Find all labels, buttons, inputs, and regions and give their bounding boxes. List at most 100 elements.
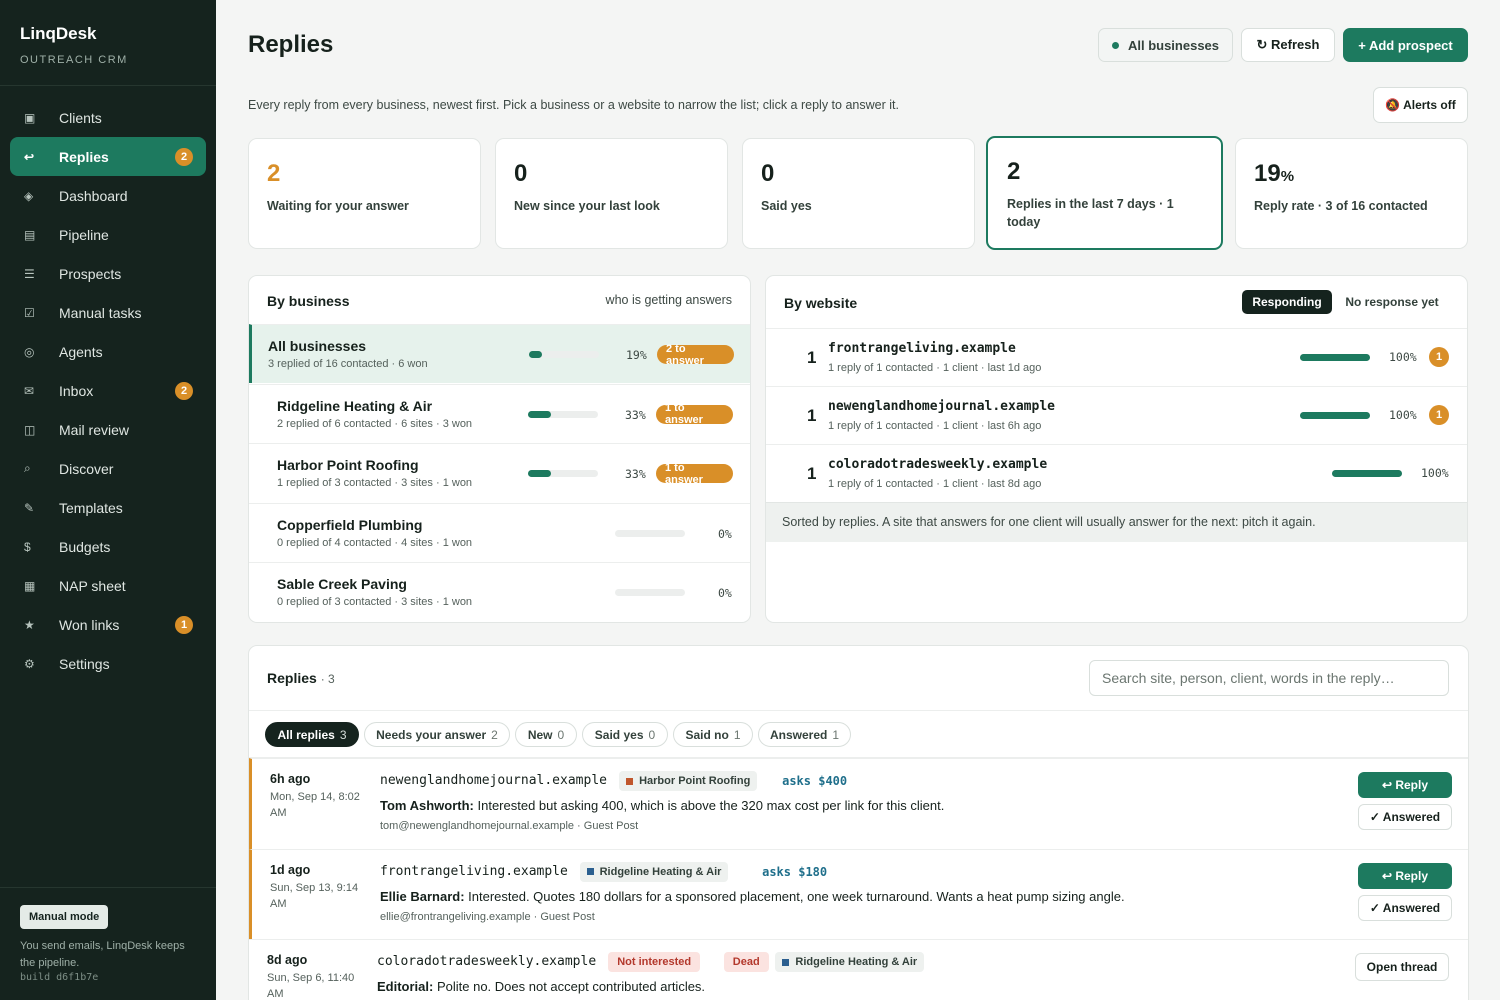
website-row[interactable]: 1 newenglandhomejournal.example 1 reply of… [766, 386, 1467, 444]
reply-meta: ellie@frontrangeliving.example · Guest P… [380, 910, 595, 923]
mail-review-icon: ◫ [24, 422, 36, 437]
sidebar-item-label: Inbox [59, 382, 94, 399]
business-name: Copperfield Plumbing [277, 516, 423, 533]
business-row[interactable]: Ridgeline Heating & Air 2 replied of 6 co… [249, 383, 750, 443]
sidebar-item-label: Clients [59, 109, 102, 126]
reply-button[interactable]: ↩ Reply [1358, 862, 1452, 889]
reply-sender: Ellie Barnard: [380, 888, 465, 904]
sidebar-item-pipeline[interactable]: ▤ Pipeline [10, 215, 206, 254]
add-prospect-button[interactable]: + Add prospect [1343, 28, 1468, 62]
tab-no-response-yet[interactable]: No response yet [1336, 290, 1448, 314]
status-tag-dead: Dead [723, 952, 769, 972]
reply-rate-percent: 33% [625, 407, 646, 422]
filter-chip-label: Needs your answer [376, 727, 487, 742]
website-summary: 1 reply of 1 contacted · 1 client · last… [828, 362, 1042, 374]
sidebar-item-dashboard[interactable]: ◈ Dashboard [10, 176, 206, 215]
sidebar-item-discover[interactable]: ⌕ Discover [10, 449, 206, 488]
new-stat-number: 0 [514, 160, 528, 187]
website-row[interactable]: 1 frontrangeliving.example 1 reply of 1 co… [766, 328, 1467, 386]
main-content: Replies All businesses ↻ Refresh + Add p… [216, 0, 1500, 1000]
sidebar-item-prospects[interactable]: ☰ Prospects [10, 254, 206, 293]
sidebar-item-inbox[interactable]: ✉ Inbox 2 [10, 371, 206, 410]
refresh-button[interactable]: ↻ Refresh [1241, 28, 1335, 62]
sidebar-item-mail-review[interactable]: ◫ Mail review [10, 410, 206, 449]
reply-button[interactable]: ↩ Reply [1358, 772, 1452, 798]
filter-chip-said-yes[interactable]: Said yes 0 [582, 722, 668, 747]
sidebar-item-agents[interactable]: ◎ Agents [10, 332, 206, 371]
filter-chip-needs-your-answer[interactable]: Needs your answer 2 [364, 722, 510, 747]
sidebar-item-replies[interactable]: ↩ Replies 2 [10, 137, 206, 176]
website-rate-percent: 100% [1389, 350, 1417, 364]
sidebar-item-clients[interactable]: ▣ Clients [10, 98, 206, 137]
new-stat-value: 0 [514, 160, 709, 188]
filter-chip-said-no[interactable]: Said no 1 [673, 722, 753, 747]
sidebar-item-label: Discover [59, 460, 114, 477]
asking-price: asks $400 [782, 774, 848, 788]
reply-rate-percent: 19% [626, 348, 647, 362]
replies-count: · 3 [320, 672, 335, 686]
sidebar-item-label: Dashboard [59, 187, 128, 204]
website-pending-badge: 1 [1429, 405, 1449, 425]
reply-rate-stat-card[interactable]: 19% Reply rate · 3 of 16 contacted [1235, 138, 1468, 249]
recent-replies-stat-card[interactable]: 2 Replies in the last 7 days · 1 today [986, 136, 1223, 250]
website-rate-percent: 100% [1389, 408, 1417, 422]
filter-chip-new[interactable]: New 0 [515, 722, 577, 747]
sidebar-item-won-links[interactable]: ★ Won links 1 [10, 605, 206, 644]
business-name: Sable Creek Paving [277, 576, 407, 592]
new-stat-card[interactable]: 0 New since your last look [495, 138, 728, 249]
open-thread-button[interactable]: Open thread [1355, 953, 1449, 981]
business-name: All businesses [268, 338, 367, 354]
sidebar-item-manual-tasks[interactable]: ☑ Manual tasks [10, 293, 206, 332]
filter-chip-answered[interactable]: Answered 1 [758, 722, 851, 747]
alerts-toggle-button[interactable]: 🔕 Alerts off [1373, 87, 1468, 123]
filter-chip-label: Said no [685, 727, 729, 742]
website-rate-bar [1332, 470, 1402, 477]
sidebar-item-settings[interactable]: ⚙ Settings [10, 644, 206, 683]
reply-row[interactable]: 1d ago Sun, Sep 13, 9:14 AM frontrangelivi… [249, 848, 1468, 940]
tab-responding[interactable]: Responding [1242, 290, 1332, 314]
client-tag: Ridgeline Heating & Air [579, 861, 729, 882]
client-tag-label: Ridgeline Heating & Air [795, 956, 918, 968]
waiting-stat-card[interactable]: 2 Waiting for your answer [248, 138, 481, 249]
business-row[interactable]: All businesses 3 replied of 16 contacted … [249, 324, 750, 383]
pipeline-icon: ▤ [24, 227, 36, 242]
mark-answered-button[interactable]: ✓ Answered [1358, 804, 1452, 830]
mark-answered-button[interactable]: ✓ Answered [1358, 894, 1452, 921]
to-answer-badge: 1 to answer [656, 402, 733, 426]
agents-icon: ◎ [24, 344, 35, 359]
said-yes-stat-value: 0 [761, 160, 956, 188]
reply-row[interactable]: 6h ago Mon, Sep 14, 8:02 AM newenglandhome… [249, 758, 1468, 849]
website-row[interactable]: 1 coloradotradesweekly.example 1 reply of … [766, 444, 1467, 502]
business-row[interactable]: Copperfield Plumbing 0 replied of 4 conta… [249, 502, 750, 562]
by-business-title: By business [267, 293, 350, 309]
reply-row[interactable]: 8d ago Sun, Sep 6, 11:40 AM coloradotrades… [249, 939, 1468, 1000]
business-row[interactable]: Sable Creek Paving 0 replied of 3 contact… [249, 562, 750, 621]
said-yes-stat-card[interactable]: 0 Said yes [742, 138, 975, 249]
filter-chip-label: New [527, 727, 553, 742]
sidebar-item-budgets[interactable]: $ Budgets [10, 527, 206, 566]
reply-age: 6h ago [270, 772, 311, 786]
business-row[interactable]: Harbor Point Roofing 1 replied of 3 conta… [249, 443, 750, 502]
recent-replies-stat-value: 2 [1007, 158, 1202, 186]
recent-replies-stat-number: 2 [1007, 158, 1021, 185]
filter-chip-all-replies[interactable]: All replies 3 [265, 722, 359, 747]
page-title: Replies [248, 31, 334, 58]
brand-name: LinqDesk [20, 24, 97, 43]
business-filter-button[interactable]: All businesses [1098, 28, 1233, 62]
sidebar-item-templates[interactable]: ✎ Templates [10, 488, 206, 527]
prospects-icon: ☰ [24, 266, 35, 281]
reply-rate-bar [615, 529, 685, 537]
mode-badge[interactable]: Manual mode [20, 905, 109, 929]
reply-date: Sun, Sep 13, 9:14 AM [270, 881, 359, 910]
client-tag-label: Harbor Point Roofing [639, 775, 751, 787]
client-tag-label: Ridgeline Heating & Air [599, 865, 722, 878]
business-summary: 0 replied of 3 contacted · 3 sites · 1 w… [277, 596, 473, 608]
brand-subtitle: OUTREACH CRM [20, 54, 128, 66]
replies-search-input[interactable] [1089, 660, 1449, 696]
waiting-stat-value: 2 [267, 160, 462, 188]
website-rate-percent: 100% [1421, 466, 1449, 480]
client-color-swatch [586, 868, 594, 875]
sidebar-item-nap-sheet[interactable]: ▦ NAP sheet [10, 566, 206, 605]
filter-chip-count: 0 [557, 727, 565, 742]
reply-rate-percent: 33% [625, 467, 646, 481]
